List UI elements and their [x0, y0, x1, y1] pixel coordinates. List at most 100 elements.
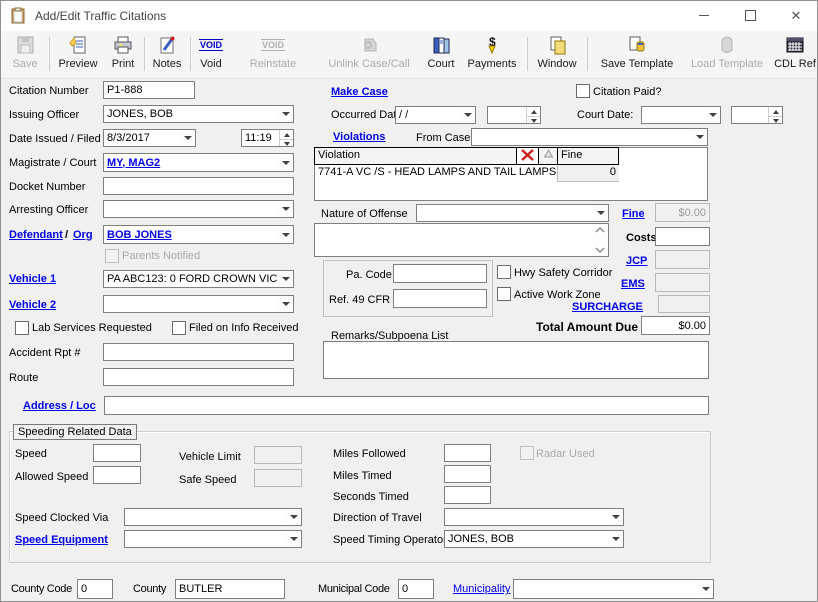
municipal-code-input[interactable] [398, 579, 434, 599]
from-case-select[interactable] [471, 128, 708, 146]
time-issued-spinner[interactable]: 11:19 [241, 129, 294, 147]
accident-rpt-input[interactable] [103, 343, 294, 361]
unlink-case-call-button[interactable]: Unlink Case/Call [321, 33, 417, 76]
vehicle2-select[interactable] [103, 295, 294, 313]
make-case-link[interactable]: Make Case [331, 86, 388, 99]
citation-paid-checkbox[interactable] [576, 84, 590, 98]
jcp-link[interactable]: JCP [626, 255, 647, 268]
costs-input[interactable] [655, 227, 710, 246]
maximize-button[interactable] [727, 1, 773, 30]
offense-description-area[interactable] [314, 223, 609, 257]
allowed-speed-input[interactable] [93, 466, 141, 484]
defendant-select[interactable]: BOB JONES [103, 225, 294, 244]
municipality-select[interactable] [513, 579, 714, 599]
scroll-up-icon[interactable] [594, 226, 606, 234]
route-input[interactable] [103, 368, 294, 386]
speed-timing-operator-select[interactable]: JONES, BOB [444, 530, 624, 548]
print-icon [112, 33, 134, 57]
magistrate-court-select[interactable]: MY, MAG2 [103, 153, 294, 172]
miles-followed-input[interactable] [444, 444, 491, 462]
speed-equipment-select[interactable] [124, 530, 302, 548]
delete-violation-button[interactable] [516, 147, 539, 165]
route-label: Route [9, 372, 38, 385]
arresting-officer-select[interactable] [103, 200, 294, 218]
spinner-arrows-icon[interactable] [768, 107, 782, 123]
minimize-button[interactable] [681, 1, 727, 30]
cdl-ref-button[interactable]: CDL Ref [773, 33, 817, 76]
notes-button[interactable]: Notes [147, 33, 187, 76]
lab-services-checkbox[interactable] [15, 321, 29, 335]
fine-input [655, 203, 710, 222]
occurred-time-spinner[interactable] [487, 106, 541, 124]
defendant-value: BOB JONES [104, 229, 278, 241]
court-time-spinner[interactable] [731, 106, 783, 124]
hwy-safety-corridor-checkbox[interactable] [497, 265, 511, 279]
miles-timed-input[interactable] [444, 465, 491, 483]
vehicle1-select[interactable]: PA ABC123: 0 FORD CROWN VICT [103, 270, 294, 288]
court-date-select[interactable] [641, 106, 721, 124]
violation-row-description[interactable]: 7741-A VC /S - HEAD LAMPS AND TAIL LAMPS [315, 165, 557, 182]
print-button[interactable]: Print [105, 33, 141, 76]
docket-number-input[interactable] [103, 177, 294, 195]
sort-triangle-icon[interactable] [538, 147, 558, 165]
close-button[interactable]: ✕ [773, 1, 818, 30]
spinner-arrows-icon[interactable] [279, 130, 293, 146]
date-issued-label: Date Issued / Filed [9, 133, 101, 146]
seconds-timed-input[interactable] [444, 486, 491, 504]
violation-column-header[interactable]: Violation [314, 147, 517, 165]
magistrate-court-value: MY, MAG2 [104, 157, 278, 169]
speed-equipment-link[interactable]: Speed Equipment [15, 534, 108, 547]
nature-of-offense-select[interactable] [416, 204, 609, 222]
reinstate-icon: VOID [261, 33, 285, 57]
dropdown-arrow-icon [608, 531, 623, 547]
pa-code-input[interactable] [393, 264, 487, 283]
date-issued-select[interactable]: 8/3/2017 [103, 129, 196, 147]
save-template-button[interactable]: Save Template [593, 33, 681, 76]
issuing-officer-select[interactable]: JONES, BOB [103, 105, 294, 123]
preview-icon [67, 33, 89, 57]
surcharge-link[interactable]: SURCHARGE [572, 301, 643, 314]
active-work-zone-checkbox[interactable] [497, 287, 511, 301]
payments-button[interactable]: $ Payments [463, 33, 521, 76]
speed-clocked-via-select[interactable] [124, 508, 302, 526]
fine-link[interactable]: Fine [622, 208, 645, 221]
ems-input [655, 273, 710, 292]
address-loc-link[interactable]: Address / Loc [23, 400, 96, 413]
speed-input[interactable] [93, 444, 141, 462]
preview-button[interactable]: Preview [53, 33, 103, 76]
citation-paid-label: Citation Paid? [593, 86, 662, 99]
county-code-input[interactable] [77, 579, 113, 599]
reinstate-button[interactable]: VOID Reinstate [241, 33, 305, 76]
void-button[interactable]: VOID Void [193, 33, 229, 76]
address-loc-input[interactable] [104, 396, 709, 415]
citation-number-input[interactable] [103, 81, 195, 99]
occurred-date-select[interactable]: / / [395, 106, 476, 124]
county-code-label: County Code [11, 583, 72, 596]
spinner-arrows-icon[interactable] [526, 107, 540, 123]
direction-of-travel-label: Direction of Travel [333, 512, 422, 525]
direction-of-travel-select[interactable] [444, 508, 624, 526]
org-link[interactable]: Org [73, 229, 93, 242]
safe-speed-label: Safe Speed [179, 474, 237, 487]
court-button[interactable]: Court [421, 33, 461, 76]
surcharge-input [658, 295, 710, 313]
violations-link[interactable]: Violations [333, 131, 385, 144]
violation-row-fine[interactable]: 0 [557, 165, 619, 182]
county-input[interactable] [175, 579, 285, 599]
remarks-textarea[interactable] [323, 341, 709, 379]
defendant-link[interactable]: Defendant [9, 229, 63, 242]
ref-49-cfr-input[interactable] [393, 289, 487, 308]
load-template-button[interactable]: Load Template [685, 33, 769, 76]
dropdown-arrow-icon [278, 154, 293, 171]
fine-column-header[interactable]: Fine [557, 147, 619, 165]
vehicle2-link[interactable]: Vehicle 2 [9, 299, 56, 312]
vehicle-limit-input [254, 446, 302, 464]
window-button[interactable]: Window [531, 33, 583, 76]
ems-link[interactable]: EMS [621, 278, 645, 291]
save-button[interactable]: Save [5, 33, 45, 76]
speed-clocked-via-label: Speed Clocked Via [15, 512, 108, 525]
municipality-link[interactable]: Municipality [453, 583, 510, 596]
scroll-down-icon[interactable] [594, 246, 606, 254]
filed-on-info-checkbox[interactable] [172, 321, 186, 335]
vehicle1-link[interactable]: Vehicle 1 [9, 273, 56, 286]
